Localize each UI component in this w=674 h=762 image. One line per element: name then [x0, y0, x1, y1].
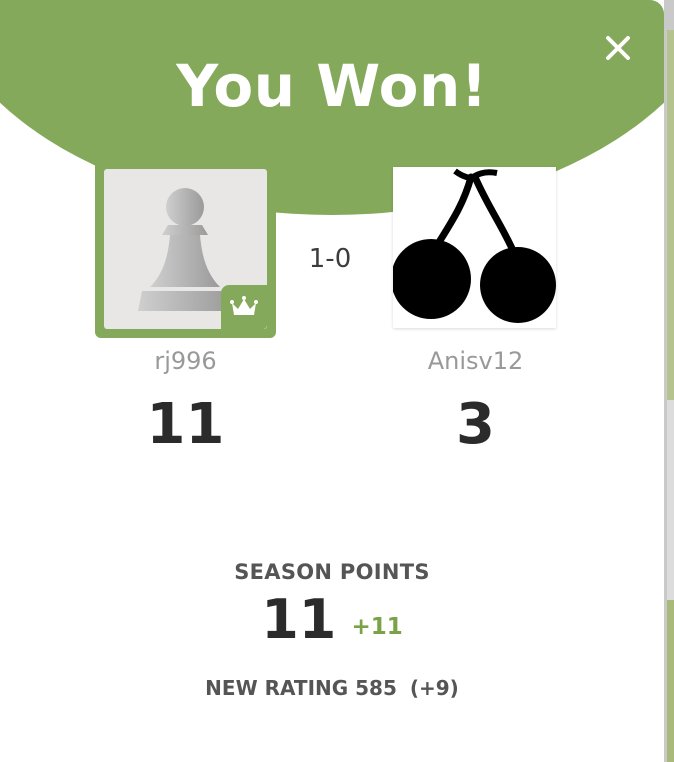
rating-change: (+9): [409, 676, 459, 700]
season-points-label: SEASON POINTS: [234, 560, 430, 584]
game-over-modal: You Won! 1-0 rj996 Anisv12 11 3 SEASON P…: [0, 0, 664, 762]
close-icon: [606, 36, 630, 60]
game-score: 1-0: [308, 244, 352, 274]
close-button[interactable]: [598, 28, 638, 68]
winner-username[interactable]: rj996: [95, 347, 276, 375]
winner-badge: [221, 285, 267, 329]
winner-avatar-frame[interactable]: [95, 160, 276, 338]
opponent-avatar[interactable]: [393, 167, 556, 328]
cherry-icon: [393, 168, 556, 323]
crown-icon: [230, 296, 258, 315]
opponent-points: 3: [456, 392, 495, 457]
winner-points: 11: [146, 392, 225, 457]
background-page-edge: [664, 0, 674, 762]
season-points-value: 11: [261, 588, 337, 651]
result-title: You Won!: [176, 52, 488, 120]
opponent-username[interactable]: Anisv12: [385, 347, 566, 375]
season-points-row: 11 +11: [0, 588, 664, 651]
season-points-delta: +11: [351, 614, 403, 640]
new-rating: NEW RATING 585 (+9): [0, 676, 664, 700]
winner-avatar: [104, 169, 267, 329]
new-rating-label: NEW RATING 585: [205, 676, 397, 700]
